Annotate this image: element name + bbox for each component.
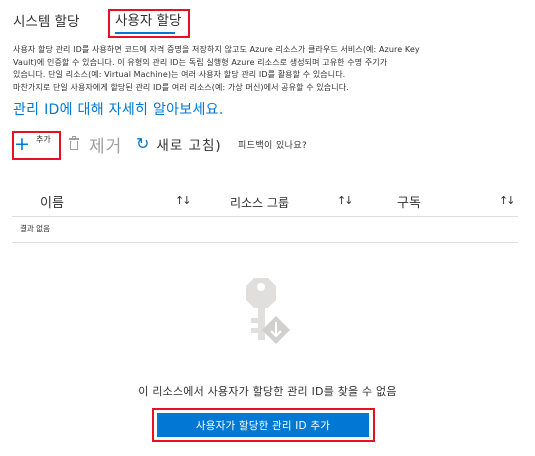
description-text: 사용자 할당 관리 ID를 사용하면 코드에 자격 증명을 저장하지 않고도 A… — [13, 44, 513, 94]
plus-icon: + — [14, 133, 30, 155]
table-row: 결과 없음 — [12, 216, 518, 243]
remove-button[interactable]: 제거 — [69, 130, 122, 158]
description-line: 마찬가지로 단일 사용자에게 할당된 관리 ID를 여러 리소스(예: 가상 머… — [13, 82, 349, 92]
learn-more-link[interactable]: 관리 ID에 대해 자세히 알아보세요. — [13, 100, 224, 120]
table-header: 이름 ↑↓ 리소스 그룹 ↑↓ 구독 ↑↓ — [12, 190, 518, 217]
trash-icon — [69, 136, 79, 150]
feedback-button-label: 피드백이 있나요? — [238, 140, 308, 151]
add-user-assigned-identity-button[interactable]: 사용자가 할당한 관리 ID 추가 — [157, 413, 369, 437]
column-header-subscription[interactable]: 구독 — [397, 192, 421, 211]
description-line: 있습니다. 단일 리소스(예: Virtual Machine)는 여러 사용자… — [13, 70, 346, 79]
managed-identity-page: 시스템 할당 사용자 할당 사용자 할당 관리 ID를 사용하면 코드에 자격 … — [0, 0, 535, 456]
sort-icon[interactable]: ↑↓ — [337, 194, 354, 207]
command-bar: + 추가 제거 ↻ 새로 고침) 피드백이 있나요? — [14, 130, 524, 158]
refresh-button[interactable]: ↻ 새로 고침) — [136, 130, 222, 158]
sort-icon[interactable]: ↑↓ — [175, 194, 192, 207]
remove-button-label: 제거 — [89, 136, 123, 157]
tab-system-assigned[interactable]: 시스템 할당 — [13, 12, 79, 32]
add-button-label: 추가 — [36, 134, 51, 144]
no-results-text: 결과 없음 — [20, 224, 50, 233]
refresh-button-label: 새로 고침) — [156, 138, 222, 154]
description-line: Vault)에 인증할 수 있습니다. 이 유형의 관리 ID는 독립 실행형 … — [13, 57, 388, 67]
feedback-button[interactable]: 피드백이 있나요? — [238, 130, 307, 158]
refresh-icon: ↻ — [136, 134, 150, 153]
column-header-resource-group[interactable]: 리소스 그룹 — [230, 194, 289, 211]
empty-state-message: 이 리소스에서 사용자가 할당한 관리 ID를 찾을 수 없음 — [138, 385, 397, 398]
managed-identity-key-icon — [246, 278, 290, 344]
sort-icon[interactable]: ↑↓ — [499, 194, 516, 207]
tab-user-assigned[interactable]: 사용자 할당 — [109, 11, 187, 31]
add-button[interactable]: + 추가 — [14, 130, 51, 158]
column-header-name[interactable]: 이름 — [40, 192, 64, 211]
description-line: 사용자 할당 관리 ID를 사용하면 코드에 자격 증명을 저장하지 않고도 A… — [13, 45, 420, 54]
active-tab-indicator — [115, 32, 175, 34]
